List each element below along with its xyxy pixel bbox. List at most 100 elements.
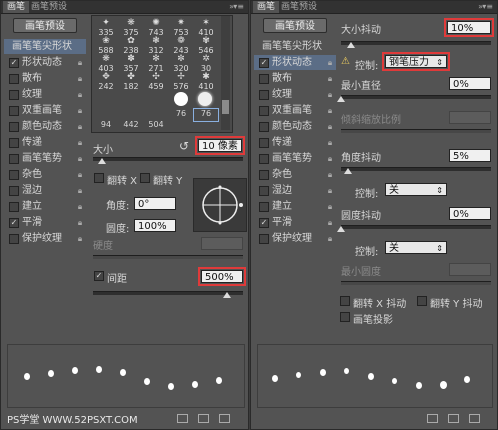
lock-icon[interactable]: 🔒︎	[326, 234, 334, 243]
sidebar-item-protect-texture[interactable]: 保护纹理 🔒︎	[4, 231, 86, 246]
brush-tip[interactable]: ✥ 242	[94, 72, 118, 91]
angle-jitter-slider-knob[interactable]	[344, 168, 352, 174]
brush-tip[interactable]: ✣ 459	[144, 72, 168, 91]
lock-icon[interactable]: 🔒︎	[76, 74, 84, 83]
size-slider-knob[interactable]	[98, 158, 106, 164]
toggle-bristle-preview-icon[interactable]	[177, 414, 188, 423]
sidebar-item-noise[interactable]: 杂色 🔒︎	[254, 167, 336, 182]
size-slider[interactable]	[93, 157, 243, 161]
sidebar-item-wet-edges[interactable]: 湿边 🔒︎	[254, 183, 336, 198]
sidebar-item-scattering[interactable]: 散布 🔒︎	[254, 71, 336, 86]
brush-tip[interactable]: ❃ 312	[144, 36, 168, 55]
brush-tip[interactable]: ✶ 410	[194, 18, 218, 37]
lock-icon[interactable]: 🔒︎	[326, 154, 334, 163]
lock-icon[interactable]: 🔒︎	[326, 202, 334, 211]
brush-tip[interactable]: ✽ 357	[119, 54, 143, 73]
angle-roundness-widget[interactable]	[193, 178, 247, 232]
open-preset-manager-icon[interactable]	[198, 414, 209, 423]
flip-y-checkbox[interactable]	[140, 173, 150, 183]
checkbox[interactable]	[259, 90, 269, 100]
lock-icon[interactable]: 🔒︎	[326, 218, 334, 227]
checkbox[interactable]	[259, 170, 269, 180]
lock-icon[interactable]: 🔒︎	[76, 58, 84, 67]
sidebar-item-texture[interactable]: 纹理 🔒︎	[254, 87, 336, 102]
lock-icon[interactable]: 🔒︎	[76, 154, 84, 163]
lock-icon[interactable]: 🔒︎	[326, 74, 334, 83]
lock-icon[interactable]: 🔒︎	[326, 170, 334, 179]
brush-size-label-selected[interactable]: 76	[193, 108, 219, 122]
roundness-field[interactable]: 100%	[134, 219, 176, 232]
brush-projection-checkbox[interactable]	[340, 312, 350, 322]
roundness-jitter-slider-knob[interactable]	[337, 226, 345, 232]
lock-icon[interactable]: 🔒︎	[76, 202, 84, 211]
min-diameter-field[interactable]: 0%	[449, 77, 491, 90]
checkbox[interactable]	[259, 138, 269, 148]
checkbox[interactable]	[259, 186, 269, 196]
sidebar-item-dual-brush[interactable]: 双重画笔 🔒︎	[254, 103, 336, 118]
lock-icon[interactable]: 🔒︎	[326, 122, 334, 131]
checkbox[interactable]	[259, 106, 269, 116]
flip-x-checkbox[interactable]	[94, 173, 104, 183]
brush-tip[interactable]: ✤ 182	[119, 72, 143, 91]
tab-brush-presets[interactable]: 画笔预设	[277, 1, 321, 13]
lock-icon[interactable]: 🔒︎	[76, 186, 84, 195]
sidebar-item-brush-tip-shape[interactable]: 画笔笔尖形状	[254, 39, 336, 54]
create-new-brush-icon[interactable]	[469, 414, 480, 423]
flip-y-jitter-checkbox[interactable]	[417, 296, 427, 306]
checkbox[interactable]: ✓	[9, 218, 19, 228]
checkbox[interactable]	[9, 106, 19, 116]
sidebar-item-brush-pose[interactable]: 画笔笔势 🔒︎	[254, 151, 336, 166]
tab-brush[interactable]: 画笔	[3, 1, 30, 13]
open-preset-manager-icon[interactable]	[448, 414, 459, 423]
sidebar-item-texture[interactable]: 纹理 🔒︎	[4, 87, 86, 102]
sidebar-item-transfer[interactable]: 传递 🔒︎	[254, 135, 336, 150]
spacing-field[interactable]: 500%	[198, 267, 246, 286]
sidebar-item-shape-dynamics[interactable]: ✓ 形状动态 🔒︎	[254, 55, 336, 70]
sidebar-item-transfer[interactable]: 传递 🔒︎	[4, 135, 86, 150]
checkbox[interactable]	[9, 90, 19, 100]
brush-tip[interactable]: ✱ 410	[194, 72, 218, 91]
brush-tip[interactable]: ❋ 375	[119, 18, 143, 37]
checkbox[interactable]	[9, 138, 19, 148]
sidebar-item-protect-texture[interactable]: 保护纹理 🔒︎	[254, 231, 336, 246]
size-field[interactable]: 10 像素	[195, 136, 245, 155]
angle-field[interactable]: 0°	[134, 197, 176, 210]
checkbox[interactable]	[259, 234, 269, 244]
checkbox[interactable]	[9, 170, 19, 180]
sidebar-item-smoothing[interactable]: ✓ 平滑 🔒︎	[254, 215, 336, 230]
brush-tip[interactable]: ✢ 576	[169, 72, 193, 91]
spacing-slider-knob[interactable]	[223, 292, 231, 298]
sidebar-item-scattering[interactable]: 散布 🔒︎	[4, 71, 86, 86]
sidebar-item-color-dynamics[interactable]: 颜色动态 🔒︎	[254, 119, 336, 134]
brush-tip[interactable]: ❀ 588	[94, 36, 118, 55]
sidebar-item-wet-edges[interactable]: 湿边 🔒︎	[4, 183, 86, 198]
panel-menu-icon[interactable]: ▾≡	[482, 2, 493, 11]
lock-icon[interactable]: 🔒︎	[326, 138, 334, 147]
brush-round-soft-icon[interactable]	[198, 92, 212, 106]
scrollbar-thumb[interactable]	[222, 100, 229, 114]
brush-presets-button[interactable]: 画笔预设	[263, 18, 327, 33]
brush-presets-button[interactable]: 画笔预设	[13, 18, 77, 33]
sidebar-item-build-up[interactable]: 建立 🔒︎	[4, 199, 86, 214]
create-new-brush-icon[interactable]	[219, 414, 230, 423]
size-jitter-slider-knob[interactable]	[347, 42, 355, 48]
size-jitter-field[interactable]: 10%	[444, 18, 494, 37]
size-jitter-slider[interactable]	[341, 41, 491, 45]
lock-icon[interactable]: 🔒︎	[326, 90, 334, 99]
tab-brush-presets[interactable]: 画笔预设	[27, 1, 71, 13]
checkbox[interactable]	[259, 154, 269, 164]
panel-menu-icon[interactable]: ▾≡	[233, 2, 244, 11]
lock-icon[interactable]: 🔒︎	[76, 106, 84, 115]
lock-icon[interactable]: 🔒︎	[326, 186, 334, 195]
brush-tip[interactable]: ❋ 403	[94, 54, 118, 73]
checkbox[interactable]: ✓	[259, 58, 269, 68]
checkbox[interactable]	[9, 186, 19, 196]
roundness-jitter-slider[interactable]	[341, 225, 491, 229]
sidebar-item-color-dynamics[interactable]: 颜色动态 🔒︎	[4, 119, 86, 134]
tab-brush[interactable]: 画笔	[253, 1, 280, 13]
checkbox[interactable]	[9, 234, 19, 244]
checkbox[interactable]	[259, 74, 269, 84]
sidebar-item-shape-dynamics[interactable]: ✓ 形状动态 🔒︎	[4, 55, 86, 70]
sidebar-item-noise[interactable]: 杂色 🔒︎	[4, 167, 86, 182]
reset-icon[interactable]: ↺	[179, 139, 189, 153]
